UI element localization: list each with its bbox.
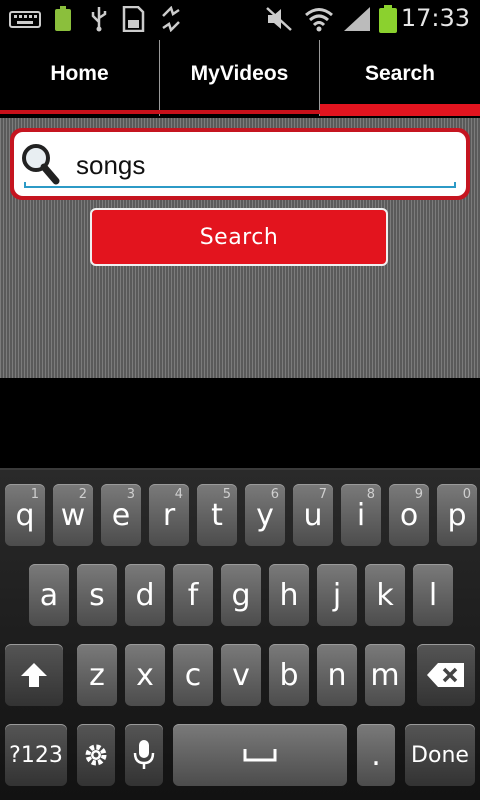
shift-arrow-icon	[21, 663, 47, 687]
key-f[interactable]: f	[173, 564, 213, 626]
microphone-icon	[133, 740, 155, 769]
key-i[interactable]: 8i	[341, 484, 381, 546]
tab-bar: Home MyVideos Search	[0, 38, 480, 118]
key-s[interactable]: s	[77, 564, 117, 626]
done-key[interactable]: Done	[405, 724, 475, 786]
search-panel: songs Search	[0, 118, 480, 378]
usb-icon	[88, 6, 110, 32]
key-w[interactable]: 2w	[53, 484, 93, 546]
keyboard-icon	[8, 6, 42, 32]
space-bar-icon	[243, 749, 277, 762]
gear-icon	[85, 744, 107, 766]
battery-small-icon	[52, 6, 74, 32]
key-l[interactable]: l	[413, 564, 453, 626]
sd-card-icon	[120, 6, 146, 32]
key-t[interactable]: 5t	[197, 484, 237, 546]
input-underline	[24, 182, 456, 188]
tab-home[interactable]: Home	[0, 38, 159, 110]
signal-icon	[342, 6, 372, 32]
sync-icon	[158, 6, 184, 32]
key-p[interactable]: 0p	[437, 484, 477, 546]
key-z[interactable]: z	[77, 644, 117, 706]
key-b[interactable]: b	[269, 644, 309, 706]
key-c[interactable]: c	[173, 644, 213, 706]
key-h[interactable]: h	[269, 564, 309, 626]
backspace-icon	[427, 663, 464, 687]
symbols-key[interactable]: ?123	[5, 724, 67, 786]
status-clock: 17:33	[400, 4, 470, 32]
search-input[interactable]: songs	[14, 132, 466, 196]
key-g[interactable]: g	[221, 564, 261, 626]
soft-keyboard: 1q 2w 3e 4r 5t 6y 7u 8i 9o 0p a s d f g …	[0, 468, 480, 800]
backspace-key[interactable]	[417, 644, 475, 706]
mute-icon	[264, 6, 294, 32]
key-o[interactable]: 9o	[389, 484, 429, 546]
key-v[interactable]: v	[221, 644, 261, 706]
voice-input-key[interactable]	[125, 724, 163, 786]
magnifier-icon	[20, 142, 60, 191]
key-n[interactable]: n	[317, 644, 357, 706]
key-k[interactable]: k	[365, 564, 405, 626]
space-key[interactable]	[173, 724, 347, 786]
search-query: songs	[76, 150, 146, 180]
wifi-icon	[304, 6, 334, 32]
status-bar: 17:33	[0, 0, 480, 38]
key-y[interactable]: 6y	[245, 484, 285, 546]
search-field-frame: songs	[10, 128, 470, 200]
key-d[interactable]: d	[125, 564, 165, 626]
key-u[interactable]: 7u	[293, 484, 333, 546]
battery-icon	[378, 5, 398, 33]
tab-search[interactable]: Search	[320, 38, 480, 110]
key-j[interactable]: j	[317, 564, 357, 626]
key-r[interactable]: 4r	[149, 484, 189, 546]
key-q[interactable]: 1q	[5, 484, 45, 546]
settings-key[interactable]	[77, 724, 115, 786]
shift-key[interactable]	[5, 644, 63, 706]
period-key[interactable]: .	[357, 724, 395, 786]
key-a[interactable]: a	[29, 564, 69, 626]
tab-myvideos[interactable]: MyVideos	[160, 38, 319, 110]
search-button[interactable]: Search	[90, 208, 388, 266]
key-e[interactable]: 3e	[101, 484, 141, 546]
key-x[interactable]: x	[125, 644, 165, 706]
active-tab-indicator	[320, 104, 480, 116]
key-m[interactable]: m	[365, 644, 405, 706]
